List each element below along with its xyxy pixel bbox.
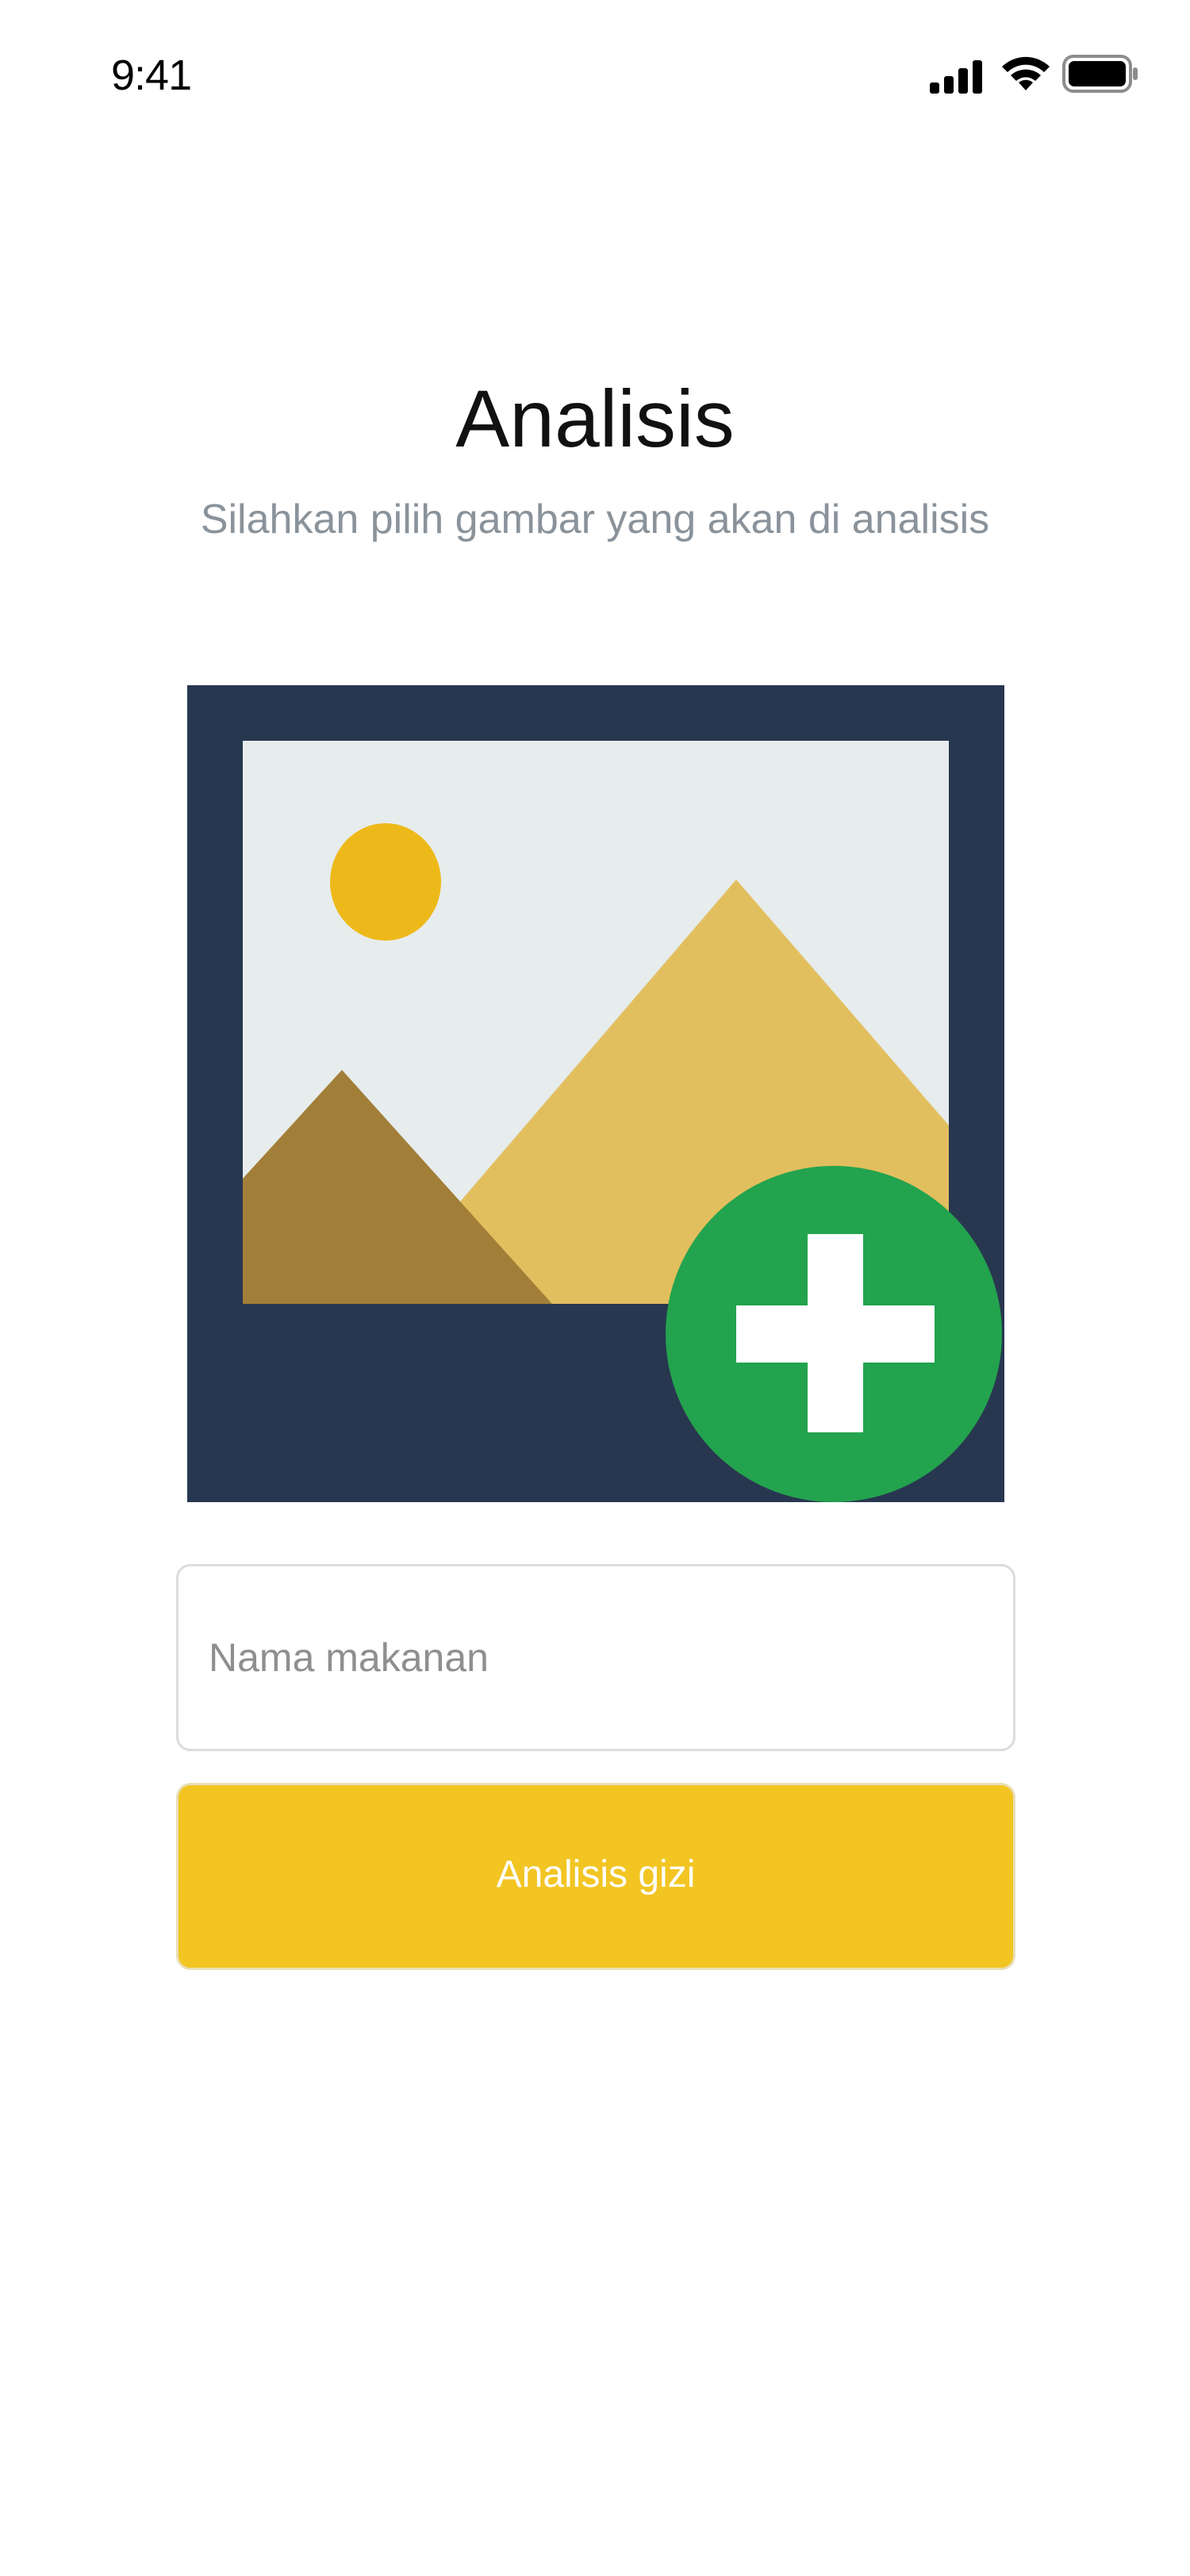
sun-shape xyxy=(330,823,441,941)
food-name-field[interactable] xyxy=(176,1564,1015,1751)
signal-icon xyxy=(930,60,982,94)
image-picker-button[interactable] xyxy=(187,685,1004,1502)
page-title: Analisis xyxy=(455,374,735,464)
battery-icon xyxy=(1062,55,1138,93)
add-image-icon xyxy=(187,685,1004,1502)
food-name-input[interactable] xyxy=(209,1566,970,1749)
wifi-icon xyxy=(1002,56,1050,90)
status-time: 9:41 xyxy=(111,52,192,99)
plus-horizontal xyxy=(736,1305,935,1363)
analyze-nutrition-button[interactable]: Analisis gizi xyxy=(176,1783,1015,1970)
analysis-screen: 9:41 Analisis Silahkan pilih gambar yang… xyxy=(0,0,1190,2576)
status-icons xyxy=(928,51,1142,98)
page-subtitle: Silahkan pilih gambar yang akan di anali… xyxy=(200,496,990,542)
